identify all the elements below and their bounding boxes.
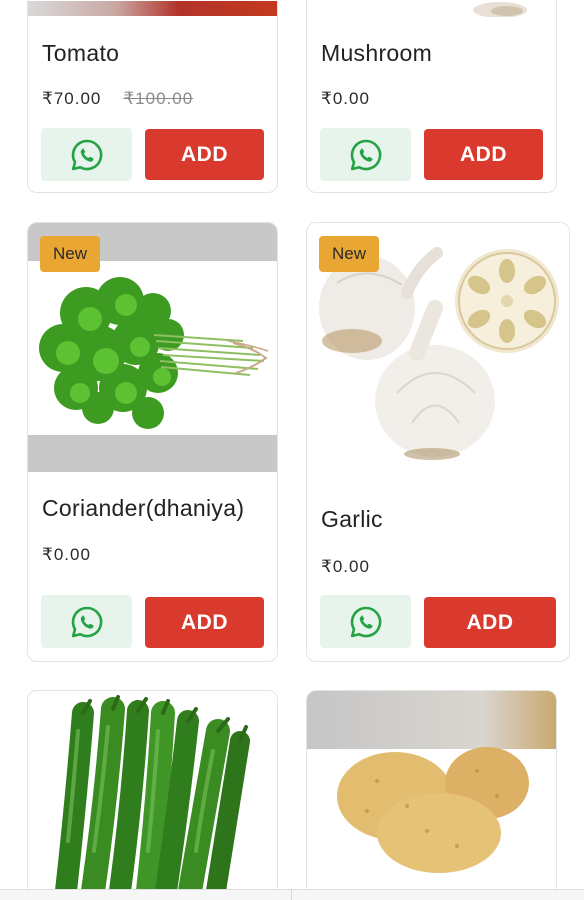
product-price: ₹70.00: [42, 89, 102, 108]
product-name: Tomato: [42, 40, 120, 66]
price-row: ₹70.00 ₹100.00: [42, 89, 193, 109]
product-card-mushroom[interactable]: Mushroom ₹0.00 ADD: [306, 0, 557, 193]
mushroom-image[interactable]: [307, 0, 556, 17]
new-badge: New: [40, 236, 101, 272]
whatsapp-icon: [71, 139, 102, 170]
add-button[interactable]: ADD: [424, 129, 543, 180]
bottom-divider: [291, 890, 292, 900]
add-button[interactable]: ADD: [424, 597, 556, 648]
price-row: ₹0.00: [321, 89, 370, 109]
garlic-image[interactable]: New: [307, 223, 569, 472]
product-card-tomato[interactable]: Tomato ₹70.00 ₹100.00 ADD: [27, 0, 278, 193]
price-row: ₹0.00: [321, 557, 370, 577]
product-price: ₹0.00: [42, 545, 91, 564]
add-button[interactable]: ADD: [145, 597, 264, 648]
product-card-coriander[interactable]: New Coriander(dhaniya) ₹0.00 ADD: [27, 222, 278, 662]
whatsapp-icon: [350, 606, 381, 637]
potato-image[interactable]: [307, 691, 556, 891]
product-card-garlic[interactable]: New Garlic ₹0.00 ADD: [306, 222, 570, 662]
add-button[interactable]: ADD: [145, 129, 264, 180]
green-chilli-image[interactable]: [28, 691, 277, 891]
bottom-navigation-edge: [0, 889, 584, 900]
whatsapp-button[interactable]: [320, 128, 411, 181]
product-price: ₹0.00: [321, 89, 370, 108]
whatsapp-button[interactable]: [41, 595, 132, 648]
product-card-green-chilli[interactable]: [27, 690, 278, 900]
product-name: Mushroom: [321, 40, 433, 66]
original-price: ₹100.00: [123, 89, 194, 108]
whatsapp-button[interactable]: [320, 595, 411, 648]
new-badge: New: [319, 236, 380, 272]
price-row: ₹0.00: [42, 545, 91, 565]
tomato-image[interactable]: [28, 0, 277, 16]
product-name: Coriander(dhaniya): [42, 495, 245, 521]
whatsapp-icon: [350, 139, 381, 170]
coriander-image[interactable]: New: [28, 223, 277, 472]
product-card-potato[interactable]: [306, 690, 557, 900]
product-price: ₹0.00: [321, 557, 370, 576]
whatsapp-button[interactable]: [41, 128, 132, 181]
product-name: Garlic: [321, 506, 383, 532]
whatsapp-icon: [71, 606, 102, 637]
